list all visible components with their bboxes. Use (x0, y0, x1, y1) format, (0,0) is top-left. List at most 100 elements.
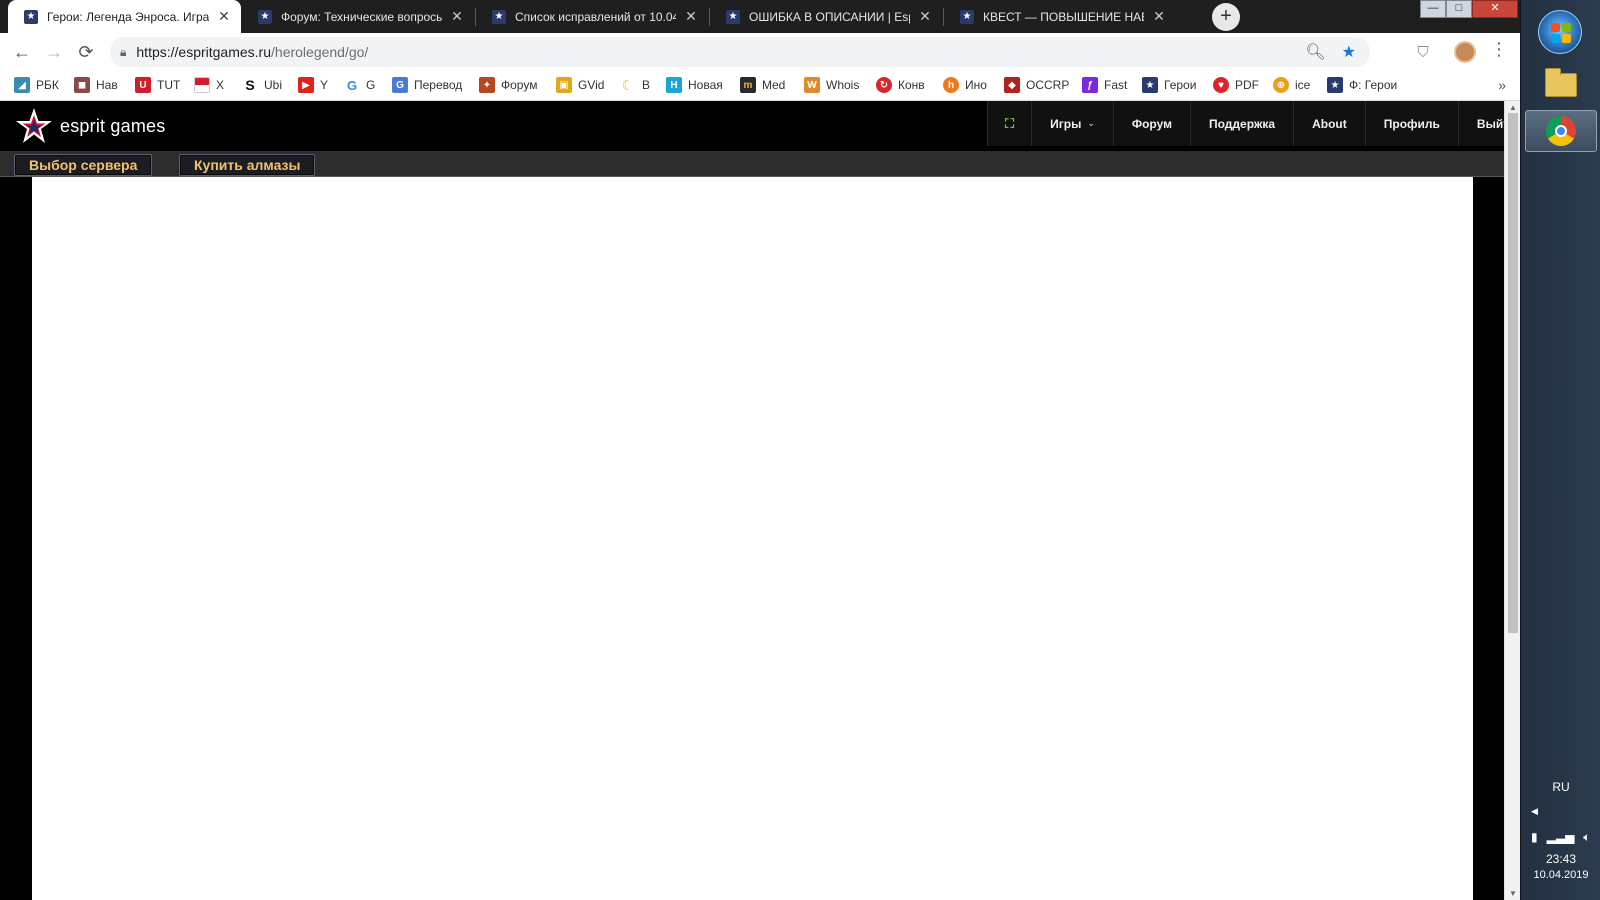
bookmark-konv[interactable]: ↻ Конв (876, 77, 925, 93)
bookmarks-overflow-icon[interactable]: » (1498, 77, 1506, 93)
taskbar-explorer[interactable] (1525, 64, 1597, 106)
new-tab-button[interactable]: + (1212, 3, 1240, 31)
tab-close-icon[interactable]: ✕ (450, 8, 464, 25)
page-scrollbar[interactable]: ▲ ▼ (1504, 101, 1520, 900)
chrome-window: ★ Герои: Легенда Энроса. Игра | E ✕ ★ Фо… (0, 0, 1520, 900)
bookmark-novaya[interactable]: H Новая (666, 77, 723, 93)
server-select-button[interactable]: Выбор сервера (14, 154, 153, 176)
bookmark-label: Y (320, 78, 329, 92)
power-icon[interactable]: ▮ (1531, 830, 1538, 845)
shield-extension-icon[interactable]: ⛉ (1412, 41, 1434, 63)
bookmark-youtube[interactable]: ▶ Y (298, 77, 328, 93)
clock-time[interactable]: 23:43 (1521, 852, 1600, 866)
scroll-thumb[interactable] (1508, 113, 1518, 633)
fullscreen-icon[interactable]: ⛶ (987, 101, 1032, 146)
bookmark-ino[interactable]: h Ино (943, 77, 987, 93)
bookmark-occrp[interactable]: ◆ OCCRP (1004, 77, 1069, 93)
minimize-button[interactable]: — (1420, 0, 1446, 18)
bookmark-whois[interactable]: W Whois (804, 77, 859, 93)
bookmark-pdf[interactable]: ♥ PDF (1213, 77, 1259, 93)
reload-icon[interactable]: ⟳ (70, 36, 102, 68)
nav-about[interactable]: About (1293, 101, 1365, 146)
chevron-down-icon: ⌄ (1087, 118, 1095, 128)
bookmark-label: X (216, 78, 225, 92)
esprit-star-icon: ★ (258, 9, 272, 24)
tray-expand-icon[interactable]: ◀ (1531, 806, 1538, 817)
bookmark-label: Герои (1164, 78, 1197, 92)
bookmark-label: Whois (826, 78, 860, 92)
forum-icon: ✦ (479, 77, 495, 93)
kebab-menu-icon[interactable]: ⋮ (1490, 39, 1508, 60)
tab-close-icon[interactable]: ✕ (217, 8, 231, 25)
windows-logo-icon (1551, 23, 1571, 43)
nav-profile[interactable]: Профиль (1364, 101, 1458, 146)
tab-close-icon[interactable]: ✕ (684, 8, 698, 25)
esprit-star-icon: ★ (1327, 77, 1343, 93)
bookmark-star-icon[interactable]: ★ (1342, 42, 1356, 62)
bookmark-label: Ф: Герои (1349, 78, 1398, 92)
tab-description-error[interactable]: ★ ОШИБКА В ОПИСАНИИ | Esprit ✕ (710, 0, 942, 33)
nav-support[interactable]: Поддержка (1190, 101, 1294, 146)
chrome-icon (1546, 116, 1576, 146)
bookmark-label: Перевод (414, 78, 463, 92)
bookmark-x[interactable]: X (194, 77, 224, 93)
scroll-up-icon[interactable]: ▲ (1509, 103, 1517, 112)
tab-close-icon[interactable]: ✕ (918, 8, 932, 25)
tab-fix-list[interactable]: ★ Список исправлений от 10.04.2 ✕ (476, 0, 708, 33)
site-nav: ⛶ Игры ⌄ Форум Поддержка About Профиль Вы… (987, 101, 1504, 146)
nav-logout[interactable]: Выйти (1457, 101, 1504, 146)
taskbar-chrome[interactable] (1525, 110, 1597, 152)
bookmark-ubi[interactable]: S Ubi (242, 77, 282, 93)
profile-avatar[interactable] (1454, 41, 1476, 63)
maximize-button[interactable]: □ (1446, 0, 1472, 18)
tab-forum-tech[interactable]: ★ Форум: Технические вопросы | ✕ (242, 0, 474, 33)
bookmark-label: ice (1295, 78, 1311, 92)
tab-quest[interactable]: ★ КВЕСТ — ПОВЫШЕНИЕ НАЕМН ✕ (944, 0, 1176, 33)
bookmark-geroi[interactable]: ★ Герои (1142, 77, 1196, 93)
start-button[interactable] (1538, 10, 1582, 54)
buy-diamonds-button[interactable]: Купить алмазы (179, 154, 316, 176)
tab-herolegend-game[interactable]: ★ Герои: Легенда Энроса. Игра | E ✕ (8, 0, 241, 33)
bookmark-label: Новая (688, 78, 723, 92)
bookmark-fast[interactable]: ƒ Fast (1082, 77, 1127, 93)
nav-games[interactable]: Игры ⌄ (1031, 101, 1113, 146)
url-path: /herolegend/go/ (271, 44, 369, 60)
bookmark-forum[interactable]: ✦ Форум (479, 77, 537, 93)
bookmark-translate[interactable]: G Перевод (392, 77, 462, 93)
esprit-star-icon: ★ (726, 9, 740, 24)
nav-forum[interactable]: Форум (1112, 101, 1190, 146)
bookmark-label: G (366, 78, 376, 92)
page-viewport: esprit games ⛶ Игры ⌄ Форум Поддержка Abo… (0, 101, 1504, 900)
bookmark-nav[interactable]: ◼ Нав (74, 77, 118, 93)
scroll-down-icon[interactable]: ▼ (1509, 889, 1517, 898)
volume-icon[interactable]: 🔈︎ (1583, 830, 1590, 845)
bookmark-f-geroi[interactable]: ★ Ф: Герои (1327, 77, 1397, 93)
game-frame[interactable] (32, 177, 1473, 900)
bookmark-rbk[interactable]: ◢ РБК (14, 77, 59, 93)
bookmark-ice[interactable]: ⊕ ice (1273, 77, 1310, 93)
ubi-icon: S (242, 77, 258, 93)
address-bar[interactable]: 🔒︎ https://espritgames.ru/herolegend/go/… (110, 37, 1370, 67)
bookmark-gvid[interactable]: ▣ GVid (556, 77, 604, 93)
bookmark-label: Med (762, 78, 786, 92)
omnibox-actions: 🔍︎ ★ (1305, 42, 1356, 62)
back-icon[interactable]: ← (6, 36, 38, 68)
bookmark-google[interactable]: GG (344, 77, 375, 93)
network-signal-icon[interactable]: ▂▃▅ (1547, 830, 1575, 845)
forward-icon[interactable]: → (38, 36, 70, 68)
close-window-button[interactable]: ✕ (1472, 0, 1518, 18)
bookmark-label: PDF (1235, 78, 1259, 92)
language-indicator[interactable]: RU (1521, 780, 1600, 794)
whois-icon: W (804, 77, 820, 93)
tab-close-icon[interactable]: ✕ (1152, 8, 1166, 25)
windows-taskbar: RU ◀ ▮ ▂▃▅ 🔈︎ 23:43 10.04.2019 (1520, 0, 1600, 900)
tab-title: Герои: Легенда Энроса. Игра | E (47, 9, 209, 24)
bookmark-b[interactable]: ☾ B (620, 77, 650, 93)
lock-icon: 🔒︎ (120, 44, 127, 59)
bookmark-tut[interactable]: U TUT (135, 77, 180, 93)
nav-games-label: Игры (1050, 116, 1082, 131)
clock-date[interactable]: 10.04.2019 (1521, 869, 1600, 881)
esprit-logo[interactable]: esprit games (14, 106, 165, 146)
zoom-icon[interactable]: 🔍︎ (1305, 42, 1325, 62)
bookmark-med[interactable]: m Med (740, 77, 785, 93)
